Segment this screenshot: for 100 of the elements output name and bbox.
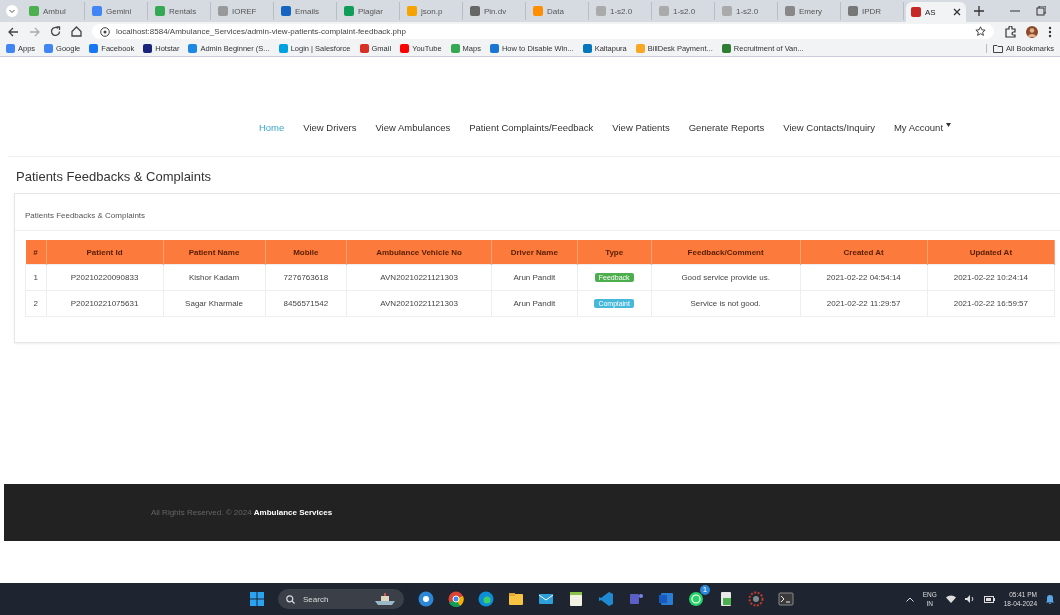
column-header: Feedback/Comment (651, 240, 801, 265)
favicon-icon (596, 6, 606, 16)
browser-tab[interactable]: Emery (780, 2, 841, 20)
close-icon[interactable] (953, 8, 961, 16)
terminal-icon[interactable] (778, 591, 794, 607)
browser-tab[interactable]: AS (906, 2, 966, 22)
table-cell: AVN20210221121303 (346, 264, 492, 291)
nav-link[interactable]: Generate Reports (688, 122, 765, 144)
file-explorer-icon[interactable] (508, 591, 524, 607)
column-header: Ambulance Vehicle No (346, 240, 492, 265)
bookmark-favicon-icon (721, 44, 731, 53)
nav-link[interactable]: View Patients (612, 122, 670, 144)
teams-icon[interactable] (628, 591, 644, 607)
whatsapp-icon[interactable] (688, 591, 704, 607)
search-icon (286, 594, 295, 604)
browser-tab[interactable]: 1-s2.0 (654, 2, 715, 20)
star-icon[interactable] (975, 26, 986, 37)
site-info-icon[interactable] (100, 26, 110, 37)
browser-tab[interactable]: Gemini (87, 2, 148, 20)
taskbar-search-field[interactable]: Search (278, 589, 404, 609)
nav-link[interactable]: View Drivers (303, 122, 357, 144)
bookmark-favicon-icon (635, 44, 645, 53)
folder-icon (993, 44, 1004, 53)
column-header: Type (577, 240, 652, 265)
column-header: Mobile (265, 240, 347, 265)
browser-tab[interactable]: Ambul (24, 2, 85, 20)
favicon-icon (218, 6, 228, 16)
browser-tab[interactable]: json.p (402, 2, 463, 20)
favicon-icon (92, 6, 102, 16)
favicon-icon (911, 7, 921, 17)
favicon-icon (722, 6, 732, 16)
browser-tab[interactable]: 1-s2.0 (591, 2, 652, 20)
more-menu-icon[interactable] (1048, 25, 1052, 38)
restore-icon[interactable] (1036, 6, 1046, 16)
card-title: Patients Feedbacks & Complaints (25, 211, 146, 220)
bell-icon[interactable] (1046, 594, 1054, 604)
table-cell: Service is not good. (651, 290, 801, 317)
bookmark-favicon-icon (278, 44, 288, 53)
table-cell: 8456571542 (265, 290, 347, 317)
table-cell: 2021-02-22 04:54:14 (800, 264, 928, 291)
boat-drawing (374, 593, 396, 605)
table-cell: 2 (25, 290, 47, 317)
table-cell: Good service provide us. (651, 264, 801, 291)
table-cell: P20210221075631 (46, 290, 163, 317)
nav-link[interactable]: View Ambulances (375, 122, 451, 144)
new-tab-icon[interactable] (974, 6, 984, 16)
table-cell: 2021-02-22 16:59:57 (927, 290, 1055, 317)
browser-tab[interactable]: Pin.dv (465, 2, 526, 20)
bookmark-favicon-icon (6, 44, 15, 53)
notepad-icon[interactable] (568, 591, 584, 607)
browser-tab[interactable]: IOREF (213, 2, 274, 20)
table-cell: 1 (25, 264, 47, 291)
browser-tab[interactable]: Emails (276, 2, 337, 20)
extensions-icon[interactable] (1004, 25, 1016, 38)
forward-arrow-icon (29, 26, 40, 37)
favicon-icon (29, 6, 39, 16)
column-header: Patient Id (46, 240, 163, 265)
code-editor-icon[interactable] (598, 591, 614, 607)
column-header: Driver Name (491, 240, 578, 265)
column-header: Updated At (927, 240, 1055, 265)
browser-tab[interactable]: Rentals (150, 2, 211, 20)
browser-tab[interactable]: 1-s2.0 (717, 2, 778, 20)
bookmark-favicon-icon (582, 44, 592, 53)
speaker-icon[interactable] (964, 595, 975, 603)
bookmark-favicon-icon (489, 44, 499, 53)
table-cell: Arun Pandit (491, 290, 578, 317)
mail-icon[interactable] (538, 591, 554, 607)
nav-link[interactable]: My Account (893, 122, 952, 144)
favicon-icon (785, 6, 795, 16)
chrome-icon[interactable] (448, 591, 464, 607)
table-cell: Kishor Kadam (163, 264, 265, 291)
favicon-icon (344, 6, 354, 16)
bookmark-favicon-icon (188, 44, 198, 53)
table-cell: 2021-02-22 10:24:14 (927, 264, 1055, 291)
browser-tab[interactable]: Data (528, 2, 589, 20)
word-icon[interactable] (658, 591, 674, 607)
column-header: Patient Name (163, 240, 265, 265)
nav-link[interactable]: View Contacts/Inquiry (783, 122, 875, 144)
wifi-icon[interactable] (945, 595, 956, 603)
browser-tab[interactable]: IPDR (843, 2, 904, 20)
favicon-icon (848, 6, 858, 16)
back-arrow-icon[interactable] (8, 26, 19, 37)
reload-icon[interactable] (50, 26, 61, 37)
bookmark-favicon-icon (450, 44, 460, 53)
gear-icon[interactable] (748, 591, 764, 607)
favicon-icon (407, 6, 417, 16)
bookmark-favicon-icon (89, 44, 99, 53)
document-icon[interactable] (718, 591, 734, 607)
column-header: # (25, 240, 47, 265)
browser-tab[interactable]: Plagiar (339, 2, 400, 20)
bookmark-favicon-icon (143, 44, 153, 53)
address-bar[interactable]: localhost:8584/Ambulance_Services/admin-view-patients-complaint-feedback.php (92, 24, 994, 39)
favicon-icon (470, 6, 480, 16)
table-cell: 2021-02-22 11:29:57 (800, 290, 928, 317)
home-icon[interactable] (71, 26, 82, 37)
profile-avatar-icon[interactable] (1026, 25, 1038, 38)
windows-start-icon[interactable] (250, 592, 264, 606)
chevron-up-icon[interactable] (905, 596, 914, 602)
battery-icon[interactable] (983, 595, 995, 603)
nav-link[interactable]: Patient Complaints/Feedback (469, 122, 594, 144)
